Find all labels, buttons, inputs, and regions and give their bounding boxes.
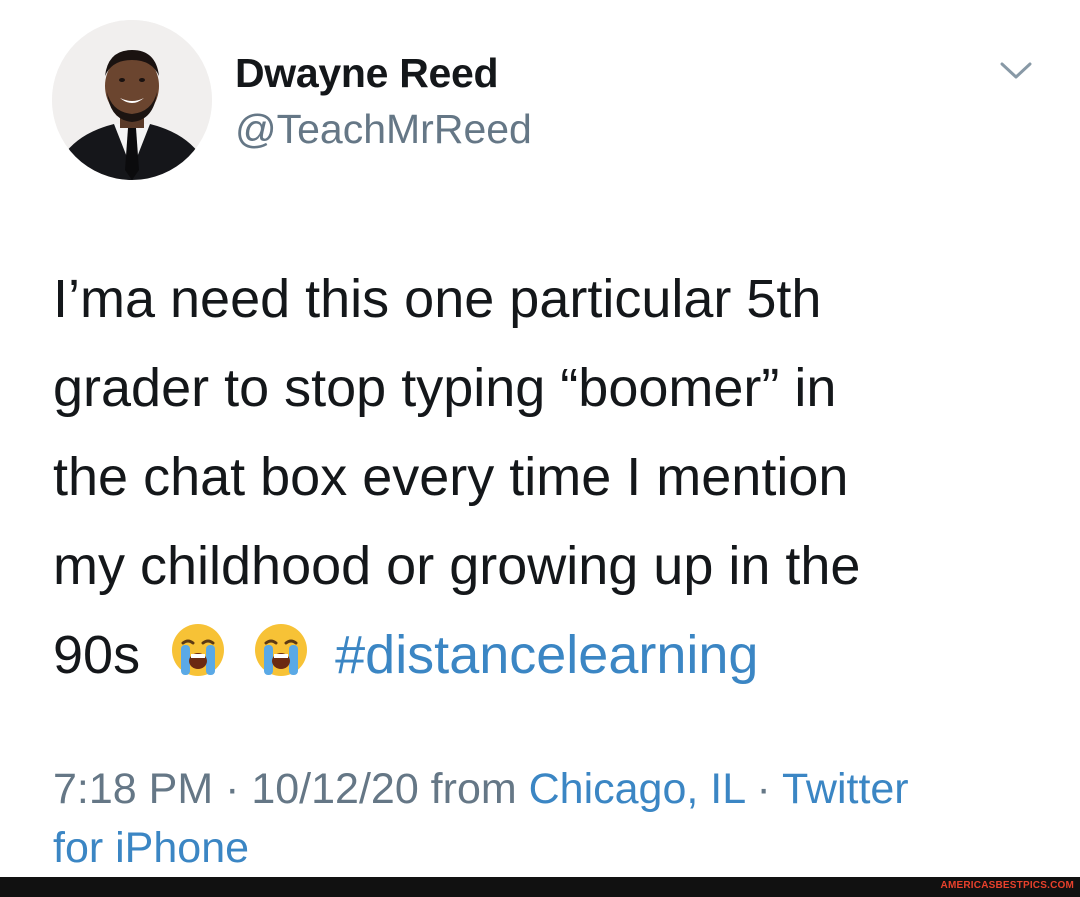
source-link[interactable]: Twitter (782, 765, 909, 813)
loudly-crying-face-icon (252, 621, 310, 679)
tweet-meta-line: 7:18 PM · 10/12/20 from Chicago, IL · Tw… (53, 760, 1053, 819)
watermark-bar: AMERICASBESTPICS.COM (0, 877, 1080, 897)
source-link-continued[interactable]: for iPhone (53, 819, 1053, 878)
author-handle[interactable]: @TeachMrReed (235, 106, 532, 153)
watermark-text: AMERICASBESTPICS.COM (940, 880, 1074, 891)
hashtag-link[interactable]: #distancelearning (335, 625, 758, 685)
tweet-text-last-line: 90s #distancelearning (53, 611, 1053, 700)
tweet-text-line: I’ma need this one particular 5th (53, 269, 822, 329)
tweet-text-line: the chat box every time I mention (53, 447, 849, 507)
tweet-text-line: my childhood or growing up in the (53, 536, 861, 596)
loudly-crying-face-icon (169, 621, 227, 679)
meta-separator: · (744, 765, 782, 813)
tweet-timestamp[interactable]: 7:18 PM · 10/12/20 from (53, 765, 529, 813)
avatar[interactable] (52, 20, 212, 180)
tweet-text-line: grader to stop typing “boomer” in (53, 358, 837, 418)
tweet-text-prefix: 90s (53, 625, 141, 685)
chevron-down-icon[interactable] (998, 58, 1034, 82)
top-edge (0, 0, 1080, 6)
avatar-photo (52, 20, 212, 180)
author-display-name[interactable]: Dwayne Reed (235, 50, 499, 97)
tweet-meta: 7:18 PM · 10/12/20 from Chicago, IL · Tw… (53, 760, 1053, 878)
tweet-text: I’ma need this one particular 5th grader… (53, 255, 1053, 700)
location-link[interactable]: Chicago, IL (529, 765, 745, 813)
